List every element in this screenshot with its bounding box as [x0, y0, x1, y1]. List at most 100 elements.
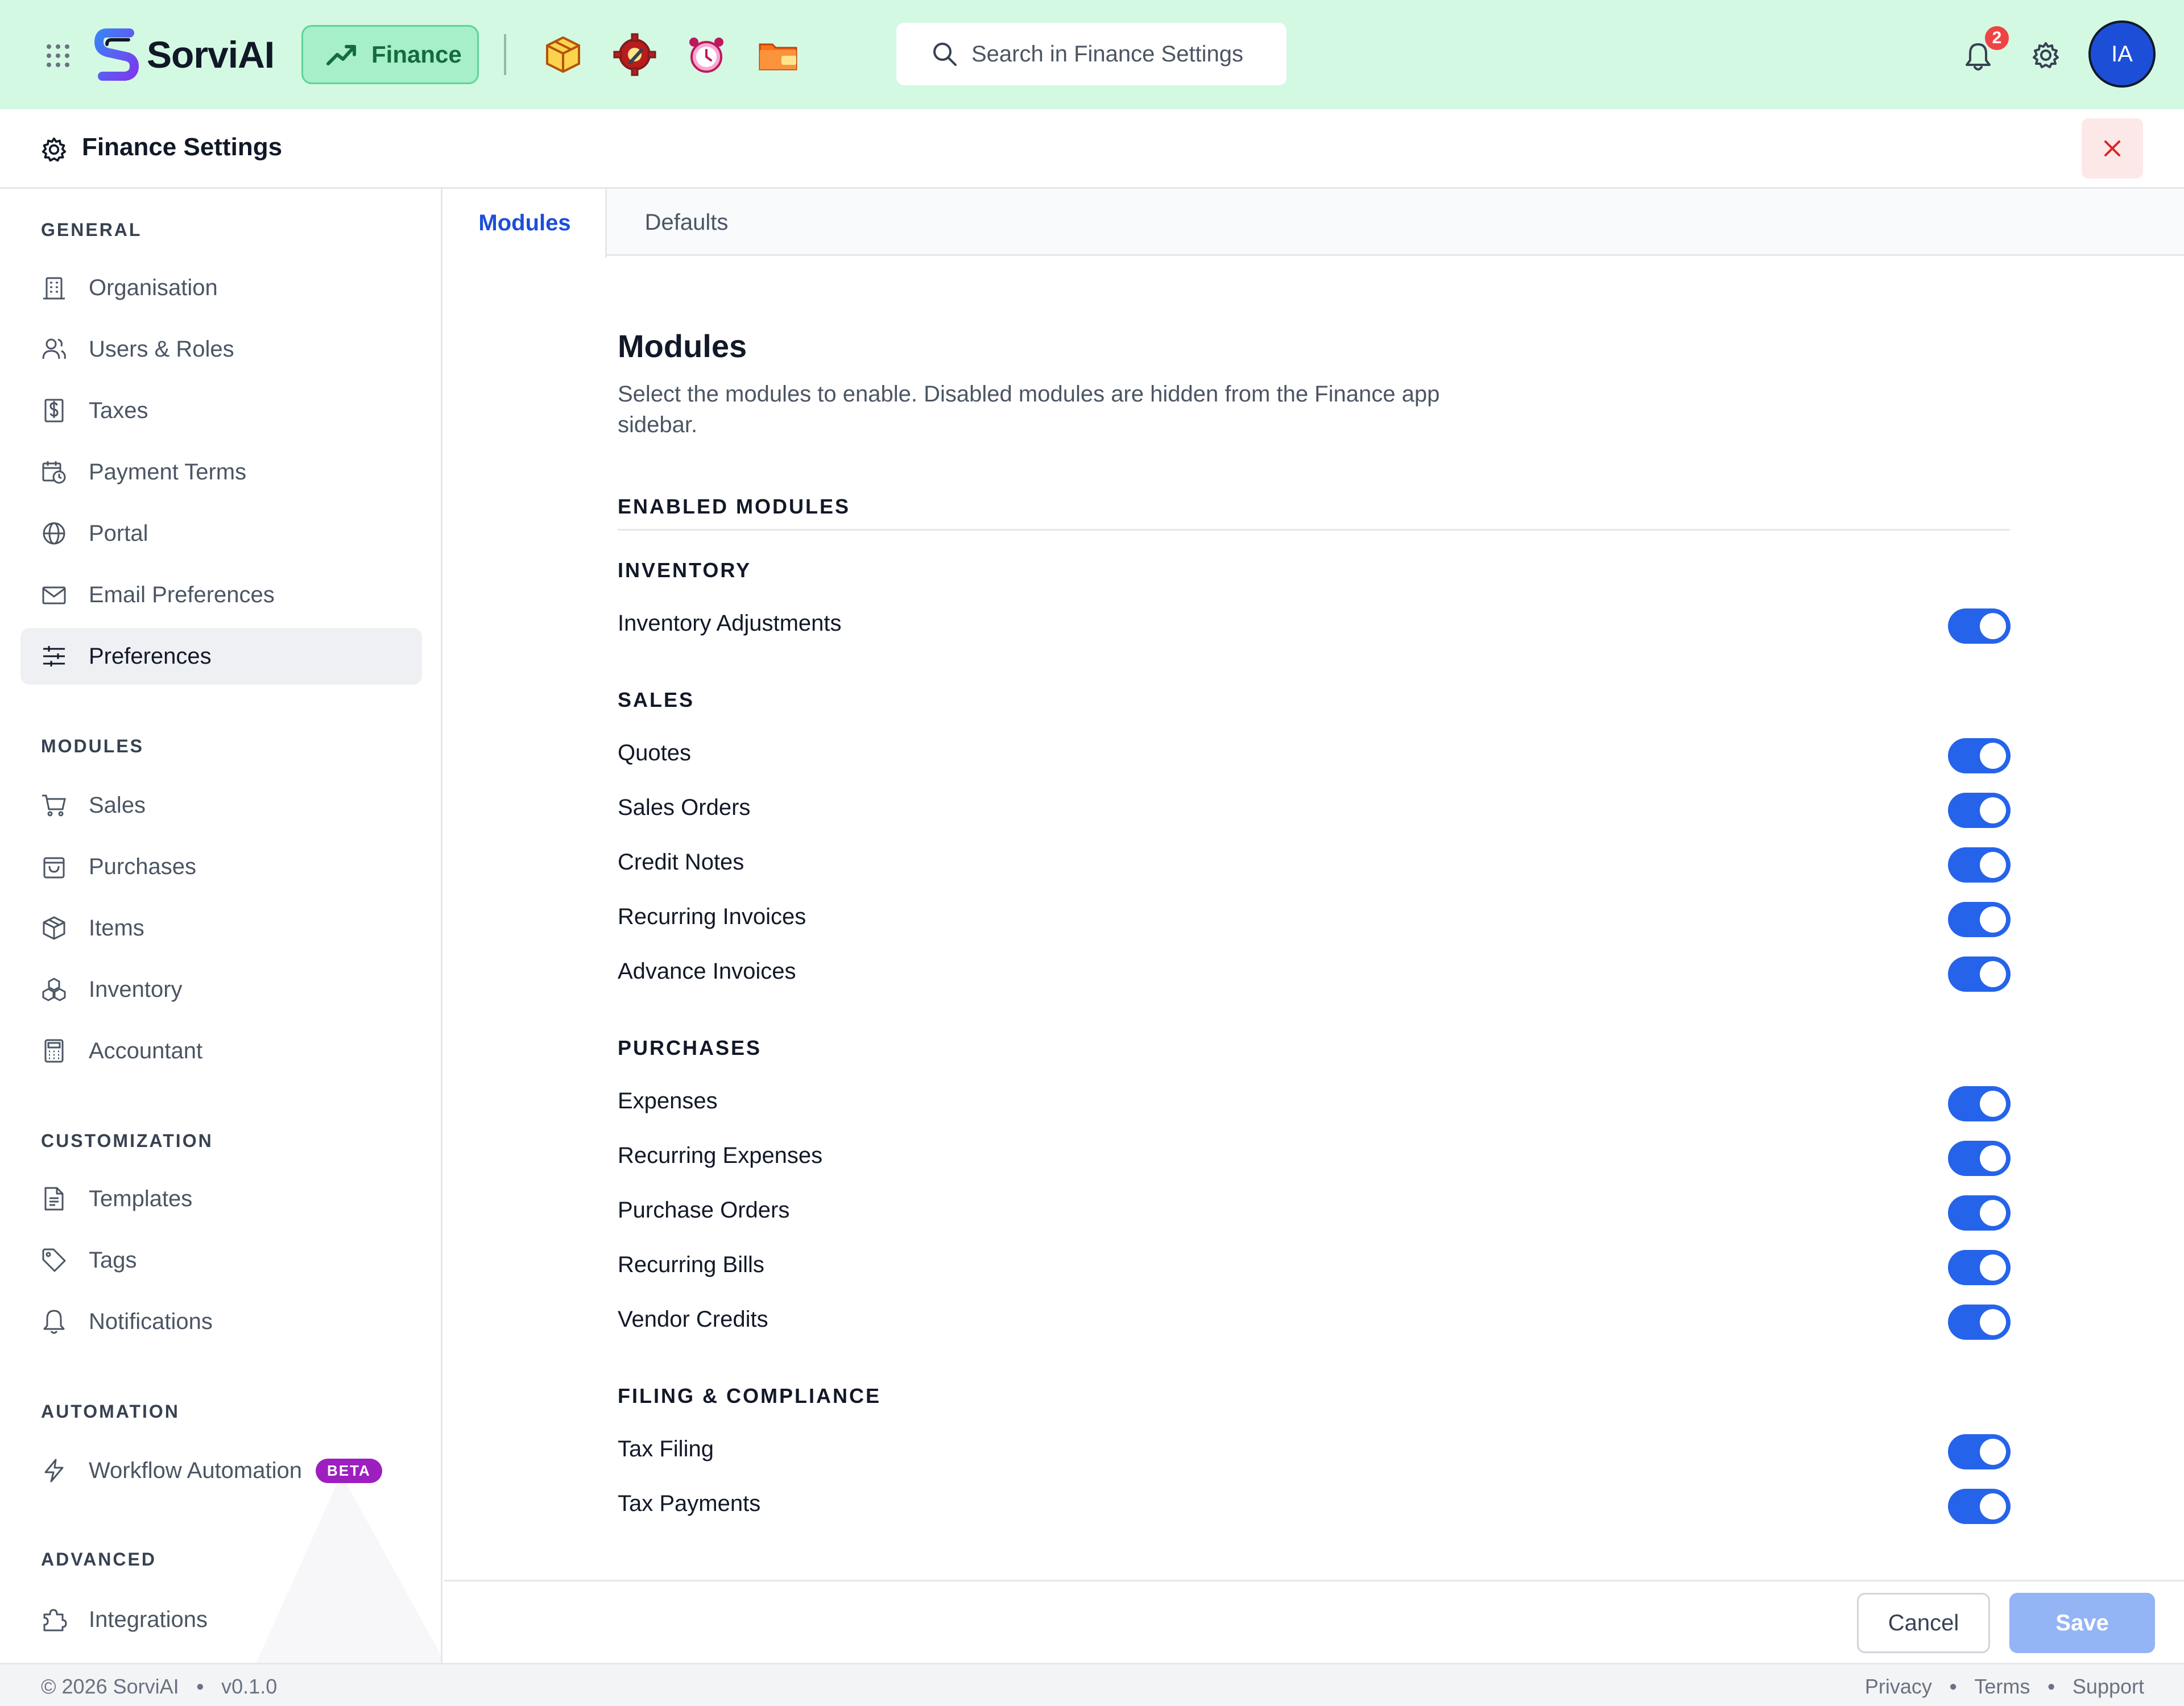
- section-description: Select the modules to enable. Disabled m…: [618, 382, 1440, 437]
- sidebar-item-preferences[interactable]: Preferences: [20, 628, 422, 685]
- search-input[interactable]: Search in Finance Settings: [896, 23, 1287, 85]
- globe-icon: [43, 522, 65, 545]
- toggle-vendor-credits[interactable]: [1948, 1305, 2011, 1340]
- sidebar-item-sales[interactable]: Sales: [20, 777, 422, 834]
- cancel-button[interactable]: Cancel: [1857, 1593, 1990, 1653]
- sliders-icon: [43, 646, 65, 666]
- sidebar-item-inventory[interactable]: Inventory: [20, 961, 422, 1018]
- group-heading-sales: SALES: [618, 688, 695, 711]
- footer-link-support[interactable]: Support: [2073, 1675, 2144, 1699]
- toggle-tax-filing[interactable]: [1948, 1434, 2011, 1469]
- settings-tabs: Modules Defaults: [444, 189, 2184, 258]
- calculator-icon: [44, 1039, 64, 1063]
- section-title: Modules: [618, 328, 747, 364]
- bell-icon: [43, 1310, 65, 1334]
- top-bar: SorviAI Finance Search in Finance Settin…: [0, 0, 2184, 109]
- page-footer: © 2026 SorviAI ● v0.1.0 Privacy ● Terms …: [0, 1663, 2184, 1706]
- sidebar-item-users-roles[interactable]: Users & Roles: [20, 321, 422, 378]
- toggle-credit-notes[interactable]: [1948, 847, 2011, 883]
- mail-icon: [42, 586, 66, 604]
- alarm-clock-app-icon[interactable]: [685, 33, 728, 76]
- sidebar-section-advanced: ADVANCED: [41, 1549, 156, 1570]
- tab-defaults[interactable]: Defaults: [607, 189, 766, 256]
- sidebar-item-taxes[interactable]: Taxes: [20, 382, 422, 439]
- separator-dot: ●: [1949, 1679, 1958, 1694]
- boxes-icon: [42, 978, 66, 1001]
- sidebar-item-purchases[interactable]: Purchases: [20, 838, 422, 895]
- brand-logo-icon: [94, 28, 142, 81]
- current-app-pill[interactable]: Finance: [301, 25, 479, 84]
- tag-icon: [42, 1248, 66, 1272]
- toggle-inventory-adjustments[interactable]: [1948, 608, 2011, 644]
- sidebar-item-tags[interactable]: Tags: [20, 1232, 422, 1289]
- group-heading-purchases: PURCHASES: [618, 1036, 762, 1059]
- sidebar-section-customization: CUSTOMIZATION: [41, 1131, 213, 1151]
- module-label-credit-notes: Credit Notes: [618, 850, 744, 875]
- folder-app-icon[interactable]: [756, 33, 800, 76]
- close-icon: [2104, 140, 2120, 156]
- sidebar-item-portal[interactable]: Portal: [20, 505, 422, 562]
- toggle-recurring-expenses[interactable]: [1948, 1141, 2011, 1176]
- brand-name: SorviAI: [147, 34, 275, 76]
- users-icon: [42, 338, 66, 359]
- module-label-quotes: Quotes: [618, 740, 691, 765]
- toggle-purchase-orders[interactable]: [1948, 1195, 2011, 1231]
- module-label-recurring-bills: Recurring Bills: [618, 1252, 764, 1277]
- toggle-tax-payments[interactable]: [1948, 1489, 2011, 1524]
- module-label-tax-filing: Tax Filing: [618, 1436, 714, 1461]
- puzzle-icon: [43, 1609, 67, 1632]
- sidebar-item-workflow-automation[interactable]: Workflow Automation BETA: [20, 1442, 422, 1499]
- app-grid-icon[interactable]: [44, 42, 72, 69]
- modules-panel: Modules Select the modules to enable. Di…: [444, 256, 2184, 1581]
- sidebar-section-automation: AUTOMATION: [41, 1401, 180, 1422]
- cart-icon: [42, 794, 66, 817]
- divider: [618, 529, 2010, 531]
- sidebar-item-notifications[interactable]: Notifications: [20, 1293, 422, 1350]
- module-label-recurring-expenses: Recurring Expenses: [618, 1143, 823, 1168]
- module-label-inventory-adjustments: Inventory Adjustments: [618, 611, 842, 636]
- box-app-icon[interactable]: [541, 33, 585, 76]
- lightning-icon: [44, 1459, 64, 1483]
- page-title: Finance Settings: [82, 133, 283, 161]
- shopping-bag-icon: [43, 857, 65, 879]
- sidebar-item-accountant[interactable]: Accountant: [20, 1022, 422, 1079]
- form-action-bar: Cancel Save: [444, 1580, 2184, 1663]
- sidebar-item-integrations[interactable]: Integrations: [20, 1591, 422, 1648]
- version-text: v0.1.0: [221, 1675, 278, 1698]
- toggle-recurring-invoices[interactable]: [1948, 902, 2011, 937]
- settings-gear-icon[interactable]: [2032, 41, 2060, 69]
- toggle-expenses[interactable]: [1948, 1086, 2011, 1121]
- building-icon: [43, 277, 65, 300]
- sidebar-item-payment-terms[interactable]: Payment Terms: [20, 444, 422, 500]
- tab-modules[interactable]: Modules: [444, 189, 607, 258]
- current-app-label: Finance: [371, 41, 462, 68]
- package-icon: [43, 916, 65, 940]
- sidebar-item-email-preferences[interactable]: Email Preferences: [20, 566, 422, 623]
- footer-link-terms[interactable]: Terms: [1974, 1675, 2030, 1699]
- gear-wrench-app-icon[interactable]: [613, 33, 656, 76]
- toggle-sales-orders[interactable]: [1948, 793, 2011, 828]
- gear-icon: [41, 136, 67, 163]
- trending-up-icon: [326, 45, 356, 65]
- sidebar-item-templates[interactable]: Templates: [20, 1170, 422, 1227]
- settings-sidebar: GENERAL Organisation Users & Roles Taxes…: [0, 189, 442, 1663]
- user-avatar[interactable]: IA: [2088, 20, 2156, 88]
- toggle-advance-invoices[interactable]: [1948, 956, 2011, 992]
- sidebar-item-organisation[interactable]: Organisation: [20, 259, 422, 316]
- toggle-quotes[interactable]: [1948, 738, 2011, 773]
- search-icon: [933, 43, 957, 66]
- beta-badge: BETA: [315, 1458, 382, 1483]
- toggle-recurring-bills[interactable]: [1948, 1250, 2011, 1285]
- document-icon: [44, 1187, 64, 1211]
- sidebar-section-modules: MODULES: [41, 736, 144, 756]
- close-button[interactable]: [2082, 118, 2143, 179]
- header-divider: [504, 34, 506, 75]
- module-label-advance-invoices: Advance Invoices: [618, 959, 796, 984]
- settings-title-bar: Finance Settings: [0, 109, 2184, 189]
- calendar-clock-icon: [42, 461, 66, 484]
- save-button[interactable]: Save: [2009, 1593, 2155, 1653]
- module-label-vendor-credits: Vendor Credits: [618, 1307, 768, 1332]
- module-label-tax-payments: Tax Payments: [618, 1491, 761, 1516]
- sidebar-item-items[interactable]: Items: [20, 900, 422, 956]
- footer-link-privacy[interactable]: Privacy: [1865, 1675, 1932, 1699]
